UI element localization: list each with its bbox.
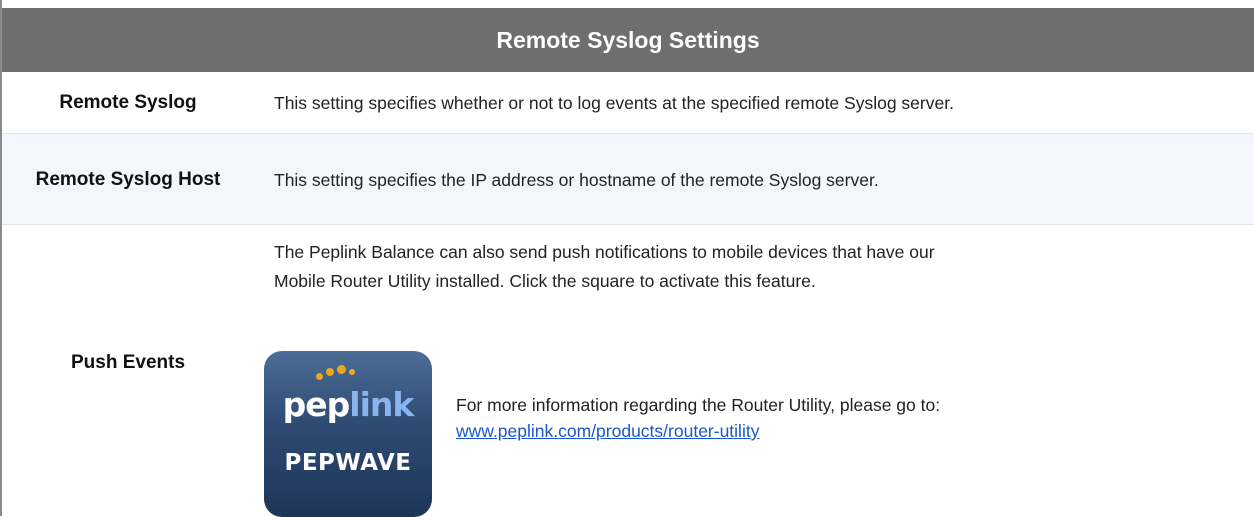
icon-dot — [337, 365, 346, 374]
section-header: Remote Syslog Settings — [2, 8, 1254, 72]
more-info-text: For more information regarding the Route… — [456, 392, 1016, 444]
row-label: Remote Syslog Host — [35, 168, 221, 190]
remote-syslog-settings-panel: Remote Syslog Settings Remote Syslog Thi… — [0, 0, 1254, 517]
row-description: This setting specifies the IP address or… — [274, 169, 879, 190]
icon-dot — [316, 373, 323, 380]
peplink-pepwave-app-icon: peplink PEPWAVE — [264, 351, 432, 517]
row-label: Push Events — [70, 352, 186, 373]
settings-row-remote-syslog-host: Remote Syslog Host This setting specifie… — [2, 134, 1254, 225]
row-description: This setting specifies whether or not to… — [274, 93, 954, 113]
section-title: Remote Syslog Settings — [496, 26, 760, 53]
push-events-intro: The Peplink Balance can also send push n… — [274, 242, 935, 291]
icon-dot — [326, 368, 334, 376]
more-info-label: For more information regarding the Route… — [456, 395, 941, 415]
router-utility-link[interactable]: www.peplink.com/products/router-utility — [456, 421, 759, 441]
icon-dot — [349, 369, 355, 375]
settings-row-remote-syslog: Remote Syslog This setting specifies whe… — [2, 72, 1254, 134]
icon-subtitle: PEPWAVE — [284, 450, 412, 476]
row-label: Remote Syslog — [59, 92, 197, 113]
brand-prefix: pep — [282, 385, 351, 424]
settings-row-push-events: Push Events The Peplink Balance can also… — [2, 225, 1254, 517]
icon-brand-wordmark: peplink — [264, 385, 432, 424]
brand-suffix: link — [349, 385, 414, 424]
